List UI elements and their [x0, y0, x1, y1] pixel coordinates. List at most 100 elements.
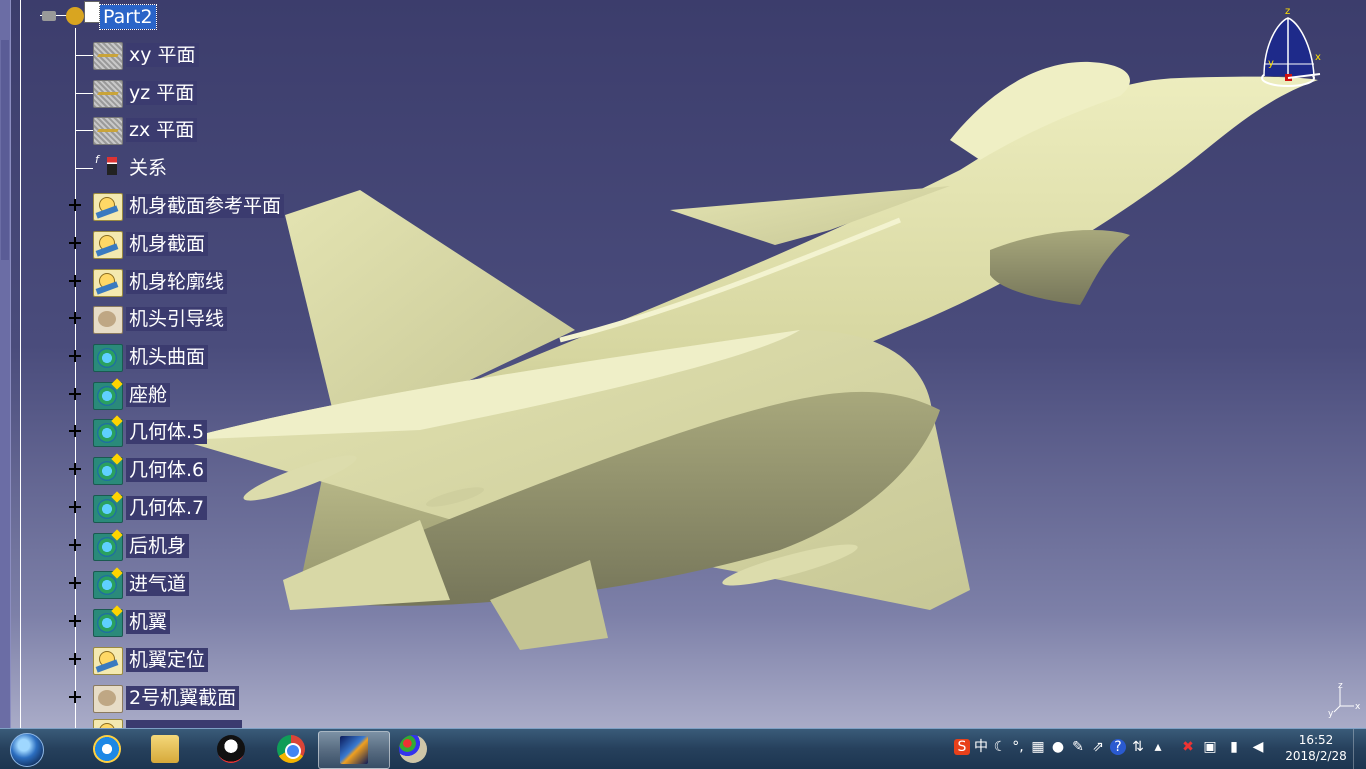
tree-item-label[interactable]: 进气道	[126, 572, 190, 596]
clock-date: 2018/2/28	[1285, 749, 1347, 763]
start-button[interactable]	[4, 731, 48, 767]
tree-item-label-cutoff	[126, 720, 242, 728]
expand-icon[interactable]	[69, 388, 81, 400]
relations-icon	[93, 153, 121, 181]
tree-root-label[interactable]: Part2	[99, 4, 157, 30]
ime-mode[interactable]: 中	[973, 739, 989, 755]
paint-icon	[399, 735, 427, 763]
tree-item-nose-guides[interactable]: 机头引导线	[69, 305, 293, 334]
tree-item-label[interactable]: xy 平面	[126, 43, 199, 67]
minus-icon[interactable]	[42, 11, 56, 21]
tree-item-air-intake[interactable]: 进气道	[69, 570, 293, 599]
tree-item-nose-surface[interactable]: 机头曲面	[69, 343, 293, 372]
tree-item-label[interactable]: 座舱	[126, 383, 171, 407]
tree-item-label[interactable]: 后机身	[126, 534, 190, 558]
sogou-ime-icon[interactable]: S	[954, 739, 970, 755]
expand-icon[interactable]	[69, 539, 81, 551]
device-icon[interactable]: ▣	[1202, 739, 1218, 755]
tree-connector	[76, 93, 93, 94]
tree-item-label[interactable]: 2号机翼截面	[126, 686, 240, 710]
compass-widget[interactable]: z x y	[1258, 4, 1330, 92]
tree-item-label[interactable]: 机身轮廓线	[126, 270, 228, 294]
tree-item-label[interactable]: 机身截面	[126, 232, 209, 256]
expand-icon[interactable]	[69, 425, 81, 437]
tree-item-body-6[interactable]: 几何体.6	[69, 456, 293, 485]
taskbar-app-paint[interactable]	[378, 731, 448, 767]
user-icon[interactable]: ●	[1050, 739, 1066, 755]
qq-icon	[217, 735, 245, 763]
geometrical-set-icon	[93, 231, 123, 259]
tree-item-cockpit[interactable]: 座舱	[69, 381, 293, 410]
plane-icon	[93, 117, 123, 145]
tree-item-fuselage-contours[interactable]: 机身轮廓线	[69, 268, 293, 297]
expand-icon[interactable]	[69, 237, 81, 249]
taskbar-app-chrome[interactable]	[256, 731, 326, 767]
tree-item-label[interactable]: 关系	[126, 156, 170, 180]
tree-item-relations[interactable]: 关系	[76, 153, 293, 182]
tree-item-rear-fuselage[interactable]: 后机身	[69, 532, 293, 561]
windows-logo-icon	[10, 733, 44, 767]
mini-axis-x: x	[1355, 702, 1361, 712]
catia-icon	[340, 736, 368, 764]
keyboard-icon[interactable]: ▦	[1030, 739, 1046, 755]
tree-item-label[interactable]: 机翼	[126, 610, 171, 634]
tree-item-label[interactable]: 几何体.5	[126, 420, 208, 444]
half-width-icon[interactable]: ☾	[992, 739, 1008, 755]
show-hidden-icons-icon[interactable]: ▴	[1150, 739, 1166, 755]
expand-icon[interactable]	[69, 275, 81, 287]
tree-item-body-5[interactable]: 几何体.5	[69, 418, 293, 447]
tree-item-label[interactable]: 机翼定位	[126, 648, 209, 672]
expand-icon[interactable]	[69, 350, 81, 362]
action-center-icon[interactable]: ✖	[1180, 739, 1196, 755]
network-drive-icon[interactable]: ⇅	[1130, 739, 1146, 755]
tree-root-node[interactable]: Part2	[42, 1, 266, 31]
specification-tree[interactable]: Part2 xy 平面 yz 平面 zx 平面 关系 机身截面参考平面	[0, 0, 330, 728]
expand-icon[interactable]	[69, 615, 81, 627]
tree-item-body-7[interactable]: 几何体.7	[69, 494, 293, 523]
internet-explorer-icon	[93, 735, 121, 763]
tree-item-label[interactable]: 几何体.7	[126, 496, 208, 520]
geometrical-set-icon	[93, 193, 123, 221]
punctuation-icon[interactable]: °,	[1010, 739, 1026, 755]
tree-item-fuselage-ref-planes[interactable]: 机身截面参考平面	[69, 192, 333, 221]
wrench-icon[interactable]: ✎	[1070, 739, 1086, 755]
tree-item-label[interactable]: zx 平面	[126, 118, 198, 142]
expand-icon[interactable]	[69, 577, 81, 589]
expand-icon[interactable]	[69, 463, 81, 475]
taskbar-clock[interactable]: 16:52 2018/2/28	[1280, 732, 1352, 764]
taskbar-app-explorer[interactable]	[130, 731, 200, 767]
tree-item-label[interactable]: 机身截面参考平面	[126, 194, 285, 218]
network-icon[interactable]: ▮	[1226, 739, 1242, 755]
body-icon	[93, 609, 123, 637]
tree-item-label[interactable]: 机头引导线	[126, 307, 228, 331]
expand-icon[interactable]	[69, 312, 81, 324]
show-desktop-button[interactable]	[1353, 729, 1366, 769]
volume-icon[interactable]: ◀	[1250, 739, 1266, 755]
3d-viewport[interactable]: Part2 xy 平面 yz 平面 zx 平面 关系 机身截面参考平面	[0, 0, 1366, 728]
tree-connector	[20, 0, 21, 728]
expand-icon[interactable]	[69, 199, 81, 211]
compass-x-label: x	[1315, 52, 1321, 63]
expand-icon[interactable]	[69, 691, 81, 703]
help-icon[interactable]: ?	[1110, 739, 1126, 755]
clock-time: 16:52	[1298, 733, 1334, 747]
tree-item-label[interactable]: 机头曲面	[126, 345, 209, 369]
axis-triad: z x y	[1328, 682, 1361, 718]
tree-item-yz-plane[interactable]: yz 平面	[76, 79, 293, 108]
tree-item-wing-positioning[interactable]: 机翼定位	[69, 646, 293, 675]
body-icon	[93, 344, 123, 372]
geometrical-set-icon	[93, 719, 123, 728]
tree-item-label[interactable]: yz 平面	[126, 81, 198, 105]
tree-item-wing-section-2[interactable]: 2号机翼截面	[69, 684, 293, 713]
share-icon[interactable]: ⇗	[1090, 739, 1106, 755]
expand-icon[interactable]	[69, 653, 81, 665]
file-explorer-icon	[151, 735, 179, 763]
tree-item-fuselage-sections[interactable]: 机身截面	[69, 230, 293, 259]
compass-y-label: y	[1268, 58, 1274, 69]
tree-item-label[interactable]: 几何体.6	[126, 458, 208, 482]
tree-item-zx-plane[interactable]: zx 平面	[76, 116, 293, 145]
tree-item-xy-plane[interactable]: xy 平面	[76, 41, 293, 70]
tree-connector	[76, 130, 93, 131]
expand-icon[interactable]	[69, 501, 81, 513]
tree-item-wing[interactable]: 机翼	[69, 608, 293, 637]
